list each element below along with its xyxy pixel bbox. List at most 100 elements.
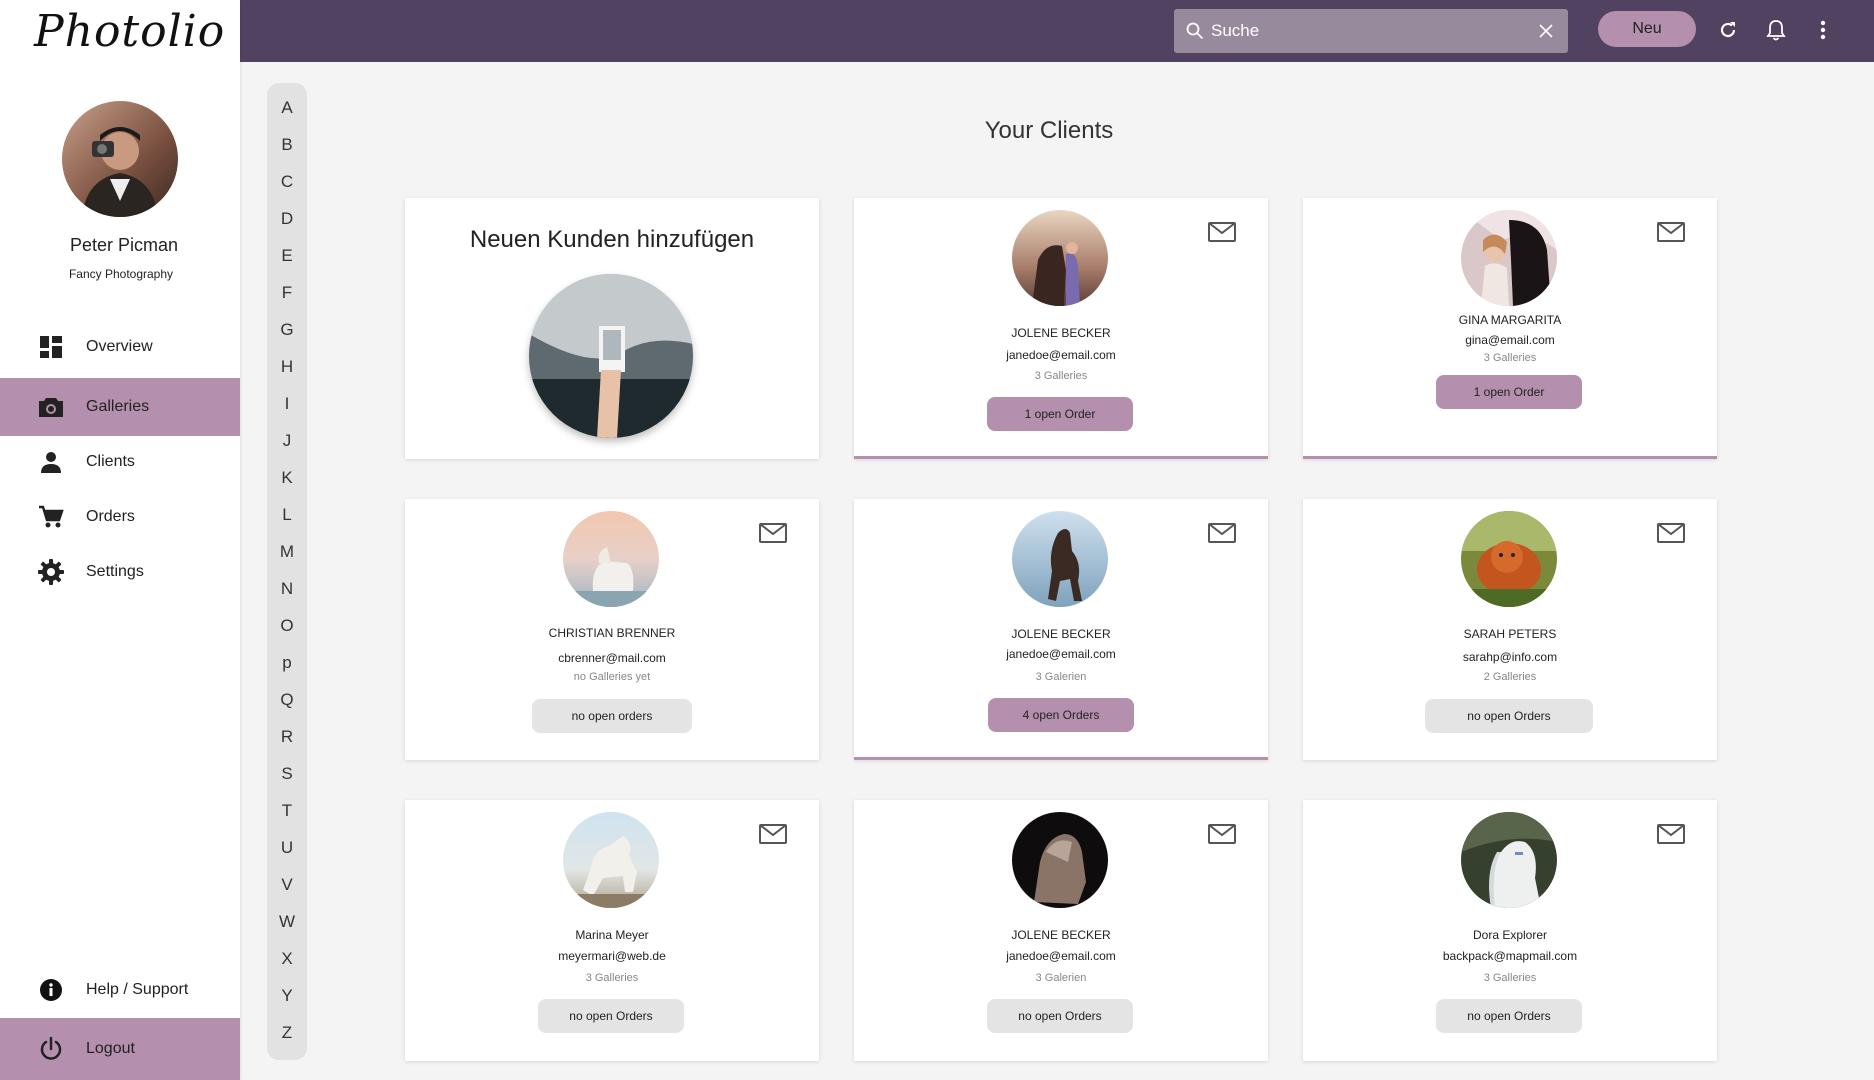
client-card[interactable]: JOLENE BECKER janedoe@email.com 3 Galeri…	[854, 800, 1268, 1061]
alphabet-letter[interactable]: p	[267, 653, 307, 673]
search-input[interactable]: Suche	[1174, 9, 1568, 53]
client-card[interactable]: Marina Meyer meyermari@web.de 3 Gallerie…	[405, 800, 819, 1061]
alphabet-letter[interactable]: L	[267, 505, 307, 525]
alphabet-letter[interactable]: K	[267, 468, 307, 488]
client-name: Dora Explorer	[1472, 928, 1548, 942]
new-button[interactable]: Neu	[1598, 11, 1696, 47]
client-avatar	[1461, 812, 1557, 908]
alphabet-letter[interactable]: T	[267, 801, 307, 821]
client-card[interactable]: CHRISTIAN BRENNER cbrenner@mail.com no G…	[405, 499, 819, 760]
power-icon	[38, 1036, 64, 1062]
client-name: JOLENE BECKER	[1011, 627, 1111, 641]
sidebar-item-orders[interactable]: Orders	[0, 488, 240, 546]
orders-button[interactable]: no open Orders	[538, 999, 684, 1033]
mail-icon[interactable]	[759, 523, 787, 543]
search-text: Suche	[1211, 21, 1260, 40]
orders-button[interactable]: no open Orders	[1425, 699, 1593, 733]
cart-icon	[38, 504, 64, 530]
profile-name: Peter Picman	[69, 235, 179, 255]
sidebar-item-settings[interactable]: Settings	[0, 543, 240, 601]
sidebar-item-label: Overview	[86, 338, 153, 355]
alphabet-letter[interactable]: A	[267, 98, 307, 118]
sidebar-item-label: Logout	[86, 1040, 135, 1057]
sidebar-item-label: Settings	[86, 563, 144, 580]
refresh-icon[interactable]	[1715, 17, 1741, 43]
alphabet-letter[interactable]: R	[267, 727, 307, 747]
alphabet-letter[interactable]: J	[267, 431, 307, 451]
dashboard-icon	[38, 334, 64, 360]
client-name: JOLENE BECKER	[1011, 326, 1111, 340]
alphabet-letter[interactable]: Q	[267, 690, 307, 710]
orders-button[interactable]: 1 open Order	[1436, 375, 1582, 409]
alphabet-letter[interactable]: Z	[267, 1023, 307, 1043]
logout-button[interactable]: Logout	[0, 1018, 240, 1080]
alphabet-letter[interactable]: D	[267, 209, 307, 229]
client-card[interactable]: SARAH PETERS sarahp@info.com 2 Galleries…	[1303, 499, 1717, 760]
alphabet-letter[interactable]: E	[267, 246, 307, 266]
alphabet-letter[interactable]: N	[267, 579, 307, 599]
mail-icon[interactable]	[1208, 824, 1236, 844]
client-name: Marina Meyer	[575, 928, 649, 942]
add-client-card[interactable]: Neuen Kunden hinzufügen	[405, 198, 819, 459]
sidebar-item-help[interactable]: Help / Support	[0, 961, 240, 1019]
sidebar-item-overview[interactable]: Overview	[0, 318, 240, 376]
client-avatar	[563, 812, 659, 908]
orders-button[interactable]: 1 open Order	[987, 397, 1133, 431]
alphabet-letter[interactable]: V	[267, 875, 307, 895]
alphabet-letter[interactable]: G	[267, 320, 307, 340]
person-icon	[38, 449, 64, 475]
mail-icon[interactable]	[1657, 523, 1685, 543]
alphabet-letter[interactable]: M	[267, 542, 307, 562]
orders-button[interactable]: no open Orders	[987, 999, 1133, 1033]
sidebar-item-label: Clients	[86, 453, 135, 470]
alphabet-letter[interactable]: X	[267, 949, 307, 969]
alphabet-letter[interactable]: U	[267, 838, 307, 858]
close-icon[interactable]	[1538, 23, 1554, 39]
sidebar-item-galleries[interactable]: Galleries	[0, 378, 240, 436]
orders-button[interactable]: no open orders	[532, 699, 692, 733]
profile-avatar[interactable]	[62, 101, 178, 217]
mail-icon[interactable]	[759, 824, 787, 844]
client-avatar	[563, 511, 659, 607]
alphabet-index: A B C D E F G H I J K L M N O p Q R S T …	[267, 83, 307, 1060]
alphabet-letter[interactable]: C	[267, 172, 307, 192]
more-vert-icon[interactable]	[1810, 17, 1836, 43]
client-name: GINA MARGARITA	[1458, 313, 1562, 327]
client-email: gina@email.com	[1465, 333, 1555, 347]
alphabet-letter[interactable]: Y	[267, 986, 307, 1006]
sidebar-item-label: Orders	[86, 508, 135, 525]
client-email: janedoe@email.com	[1006, 348, 1116, 362]
client-email: janedoe@email.com	[1006, 647, 1116, 661]
sidebar-item-clients[interactable]: Clients	[0, 433, 240, 491]
client-avatar	[1461, 511, 1557, 607]
mail-icon[interactable]	[1657, 222, 1685, 242]
client-card[interactable]: JOLENE BECKER janedoe@email.com 3 Galler…	[854, 198, 1268, 459]
alphabet-letter[interactable]: H	[267, 357, 307, 377]
mail-icon[interactable]	[1208, 523, 1236, 543]
client-email: sarahp@info.com	[1462, 650, 1558, 664]
alphabet-letter[interactable]: S	[267, 764, 307, 784]
client-card[interactable]: GINA MARGARITA gina@email.com 3 Gallerie…	[1303, 198, 1717, 459]
mail-icon[interactable]	[1657, 824, 1685, 844]
bell-icon[interactable]	[1763, 17, 1789, 43]
top-bar: Suche Neu	[240, 0, 1874, 62]
alphabet-letter[interactable]: F	[267, 283, 307, 303]
client-email: backpack@mapmail.com	[1442, 949, 1578, 963]
alphabet-letter[interactable]: B	[267, 135, 307, 155]
client-name: CHRISTIAN BRENNER	[548, 626, 676, 640]
orders-button[interactable]: 4 open Orders	[988, 698, 1134, 732]
client-email: janedoe@email.com	[1006, 949, 1116, 963]
alphabet-letter[interactable]: I	[267, 394, 307, 414]
client-card[interactable]: JOLENE BECKER janedoe@email.com 3 Galeri…	[854, 499, 1268, 760]
alphabet-letter[interactable]: W	[267, 912, 307, 932]
alphabet-letter[interactable]: O	[267, 616, 307, 636]
mail-icon[interactable]	[1208, 222, 1236, 242]
orders-button[interactable]: no open Orders	[1436, 999, 1582, 1033]
client-name: SARAH PETERS	[1463, 627, 1557, 641]
add-client-title: Neuen Kunden hinzufügen	[469, 226, 755, 253]
gear-icon	[38, 559, 64, 585]
app-logo[interactable]: Photolio	[34, 6, 225, 57]
client-card[interactable]: Dora Explorer backpack@mapmail.com 3 Gal…	[1303, 800, 1717, 1061]
client-avatar	[1012, 812, 1108, 908]
client-galleries: 3 Galerien	[1035, 671, 1087, 683]
